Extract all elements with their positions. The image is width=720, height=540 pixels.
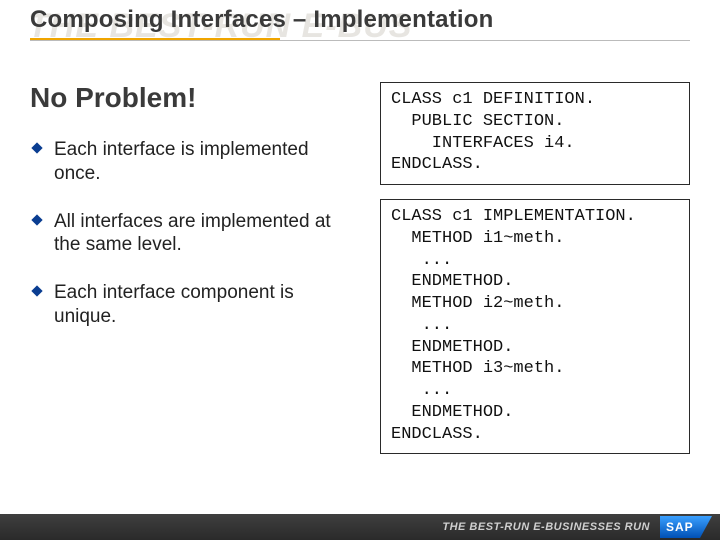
bullet-text: All interfaces are implemented at the sa… [54,210,360,258]
diamond-bullet-icon [30,284,44,298]
logo-text: SAP [666,520,694,534]
bullet-text: Each interface is implemented once. [54,138,360,186]
list-item: All interfaces are implemented at the sa… [30,210,360,258]
slide-title: Composing Interfaces – Implementation [30,6,690,34]
left-column: No Problem! Each interface is implemente… [30,82,360,353]
slide: THE BEST-RUN E-BUS Composing Interfaces … [0,0,720,540]
list-item: Each interface is implemented once. [30,138,360,186]
code-block-implementation: CLASS c1 IMPLEMENTATION. METHOD i1~meth.… [380,199,690,454]
bullet-list: Each interface is implemented once. All … [30,138,360,329]
list-item: Each interface component is unique. [30,281,360,329]
diamond-bullet-icon [30,213,44,227]
footer-tagline: THE BEST-RUN E-BUSINESSES RUN [442,521,650,533]
footer-bar: THE BEST-RUN E-BUSINESSES RUN SAP [0,514,720,540]
headline: No Problem! [30,82,360,114]
title-underline [30,40,690,41]
bullet-text: Each interface component is unique. [54,281,360,329]
right-column: CLASS c1 DEFINITION. PUBLIC SECTION. INT… [380,82,690,468]
diamond-bullet-icon [30,141,44,155]
sap-logo-icon: SAP [660,516,712,538]
code-block-definition: CLASS c1 DEFINITION. PUBLIC SECTION. INT… [380,82,690,185]
